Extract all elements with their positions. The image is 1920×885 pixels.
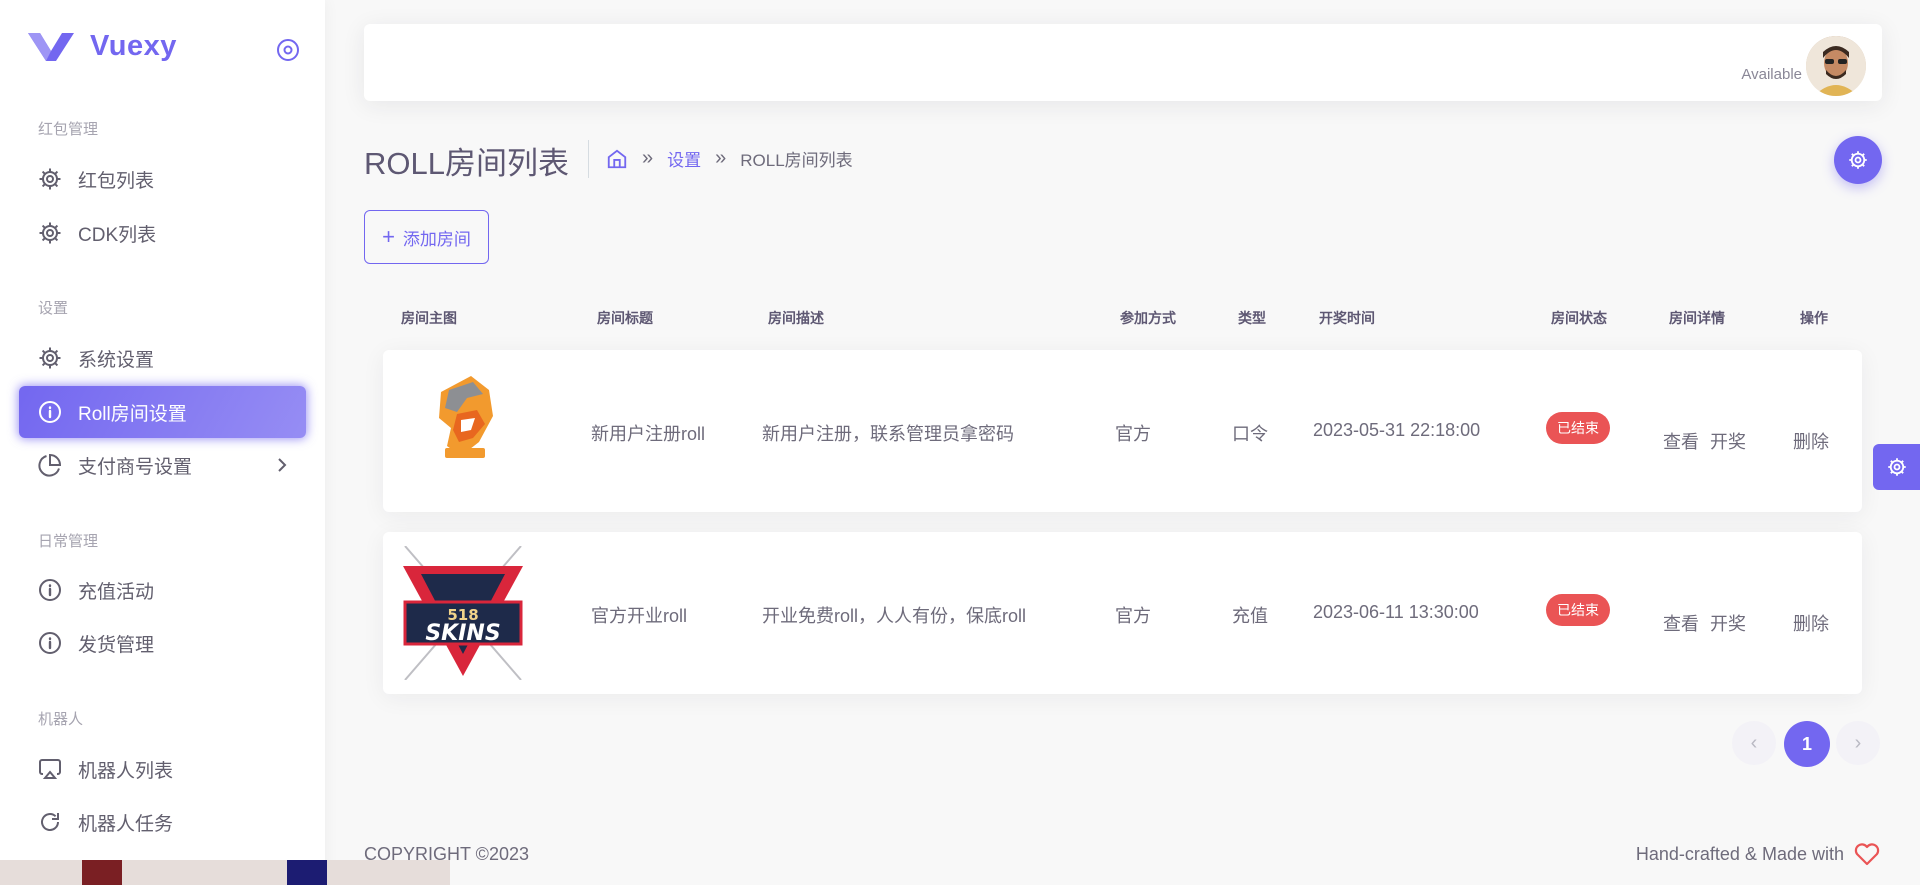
chevron-right-icon <box>278 458 287 472</box>
status-badge: 已结束 <box>1546 412 1610 444</box>
refresh-icon <box>37 809 63 835</box>
draw-link[interactable]: 开奖 <box>1710 428 1746 454</box>
status-badge: 已结束 <box>1546 594 1610 626</box>
sidebar-item-label: 支付商号设置 <box>78 456 193 478</box>
sidebar-item-label: 发货管理 <box>78 634 155 656</box>
section-header-robots: 机器人 <box>38 711 84 728</box>
collapse-toggle-icon[interactable] <box>276 38 300 62</box>
title-divider <box>588 140 589 178</box>
breadcrumb: » 设置 » ROLL房间列表 <box>606 146 853 171</box>
brand[interactable]: Vuexy <box>28 30 177 63</box>
footer-credit-text: Hand-crafted & Made with <box>1635 843 1844 864</box>
section-header-red-packet: 红包管理 <box>38 121 99 138</box>
section-header-daily: 日常管理 <box>38 533 99 550</box>
column-header-details: 房间详情 <box>1669 310 1725 326</box>
breadcrumb-separator: » <box>715 147 727 169</box>
info-icon <box>37 577 63 603</box>
room-type: 口令 <box>1232 424 1268 444</box>
top-navbar: Available <box>364 24 1882 101</box>
table-row: 新用户注册roll 新用户注册，联系管理员拿密码 官方 口令 2023-05-3… <box>383 350 1862 512</box>
column-header-draw-time: 开奖时间 <box>1319 310 1375 326</box>
bottom-strip-block <box>82 860 122 885</box>
footer-copyright: COPYRIGHT ©2023 <box>364 844 529 864</box>
sidebar-item-recharge-activity[interactable]: 充值活动 <box>19 564 306 616</box>
sidebar: Vuexy 红包管理 红包列表 CDK列表 设置 系统设置 Roll房间设置 支… <box>0 0 325 885</box>
join-method: 官方 <box>1115 606 1151 626</box>
footer-credit: Hand-crafted & Made with <box>1636 842 1880 866</box>
gear-icon <box>1849 151 1867 169</box>
room-image-dragon-logo <box>439 376 493 458</box>
room-description: 开业免费roll，人人有份，保底roll <box>762 606 1027 626</box>
gear-icon <box>1887 458 1906 476</box>
table-row: 518 SKINS 官方开业roll 开业免费roll，人人有份，保底roll … <box>383 532 1862 694</box>
sidebar-item-cdk-list[interactable]: CDK列表 <box>19 207 306 259</box>
vuexy-logo-icon <box>28 32 74 61</box>
avatar[interactable] <box>1806 36 1866 96</box>
page-title: ROLL房间列表 <box>364 146 569 181</box>
sidebar-item-robot-list[interactable]: 机器人列表 <box>19 743 306 795</box>
breadcrumb-separator: » <box>642 147 654 169</box>
column-header-type: 类型 <box>1238 310 1266 326</box>
logo-word: SKINS <box>425 621 500 646</box>
delete-link[interactable]: 删除 <box>1793 610 1829 636</box>
gear-icon <box>37 345 63 371</box>
info-icon <box>37 399 63 425</box>
sidebar-item-robot-tasks[interactable]: 机器人任务 <box>19 796 306 848</box>
sidebar-item-system-settings[interactable]: 系统设置 <box>19 332 306 384</box>
pagination-page-1[interactable]: 1 <box>1784 721 1830 767</box>
add-room-label: 添加房间 <box>402 229 471 249</box>
view-link[interactable]: 查看 <box>1663 610 1699 636</box>
room-title: 新用户注册roll <box>591 424 706 444</box>
info-icon <box>37 630 63 656</box>
avatar-image <box>1806 36 1866 96</box>
heart-icon <box>1854 843 1880 866</box>
add-room-button[interactable]: + 添加房间 <box>364 210 489 264</box>
gear-icon <box>37 166 63 192</box>
sidebar-item-label: 充值活动 <box>78 581 155 603</box>
home-icon[interactable] <box>606 148 628 170</box>
sidebar-item-label: Roll房间设置 <box>78 403 187 425</box>
gear-icon <box>37 220 63 246</box>
sidebar-item-red-packet-list[interactable]: 红包列表 <box>19 153 306 205</box>
sidebar-item-payment-merchant-settings[interactable]: 支付商号设置 <box>19 439 306 491</box>
breadcrumb-link-settings[interactable]: 设置 <box>667 146 701 171</box>
view-link[interactable]: 查看 <box>1663 428 1699 454</box>
sidebar-item-label: 机器人列表 <box>78 760 174 782</box>
column-header-join-method: 参加方式 <box>1120 310 1176 326</box>
section-header-settings: 设置 <box>38 300 69 317</box>
room-type: 充值 <box>1232 606 1268 626</box>
pagination-prev-button[interactable]: ‹ <box>1732 721 1776 765</box>
column-header-title: 房间标题 <box>597 310 653 326</box>
breadcrumb-current: ROLL房间列表 <box>740 151 853 170</box>
column-header-description: 房间描述 <box>768 310 824 326</box>
bottom-strip-block <box>287 860 327 885</box>
sidebar-item-shipping-management[interactable]: 发货管理 <box>19 617 306 669</box>
sidebar-item-label: 机器人任务 <box>78 813 174 835</box>
user-status: Available <box>1741 66 1802 83</box>
sidebar-item-roll-room-settings[interactable]: Roll房间设置 <box>19 386 306 438</box>
brand-name: Vuexy <box>90 30 177 62</box>
room-title: 官方开业roll <box>591 606 688 626</box>
room-image-518-skins-logo: 518 SKINS <box>403 546 523 680</box>
delete-link[interactable]: 删除 <box>1793 428 1829 454</box>
sidebar-item-label: 红包列表 <box>78 170 155 192</box>
column-header-image: 房间主图 <box>401 310 457 326</box>
plus-icon: + <box>382 224 395 249</box>
draw-time: 2023-06-11 13:30:00 <box>1313 602 1479 622</box>
pie-chart-icon <box>37 452 63 478</box>
column-header-actions: 操作 <box>1800 310 1828 326</box>
room-description: 新用户注册，联系管理员拿密码 <box>762 424 1014 444</box>
column-header-status: 房间状态 <box>1551 310 1607 326</box>
draw-link[interactable]: 开奖 <box>1710 610 1746 636</box>
pagination-next-button[interactable]: › <box>1836 721 1880 765</box>
draw-time: 2023-05-31 22:18:00 <box>1313 420 1481 440</box>
settings-dropdown-button[interactable] <box>1834 136 1882 184</box>
sidebar-item-label: 系统设置 <box>78 349 155 371</box>
airplay-icon <box>37 756 63 782</box>
customizer-toggle[interactable] <box>1873 444 1920 490</box>
join-method: 官方 <box>1115 424 1151 444</box>
sidebar-item-label: CDK列表 <box>78 224 157 246</box>
